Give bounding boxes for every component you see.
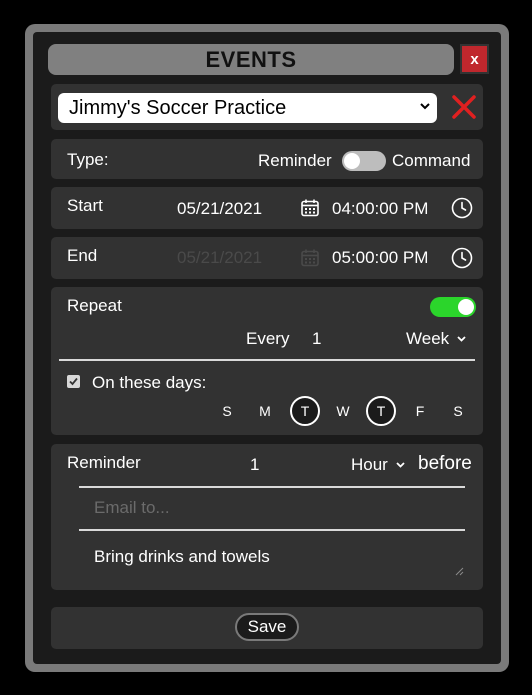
on-days-label: On these days: (92, 373, 207, 392)
calendar-icon[interactable] (300, 198, 320, 218)
day-thursday[interactable]: T (366, 396, 396, 426)
reminder-label: Reminder (67, 453, 141, 472)
command-option-label: Command (392, 151, 471, 170)
reminder-unit-select[interactable]: Hour (351, 455, 406, 475)
end-date: 05/21/2021 (177, 248, 263, 267)
reminder-value-input[interactable]: 1 (250, 455, 259, 475)
reminder-note-textarea[interactable]: Bring drinks and towels (79, 533, 467, 579)
reminder-unit-value: Hour (351, 455, 388, 474)
save-button[interactable]: Save (235, 613, 299, 641)
email-to-input[interactable]: Email to... (94, 498, 170, 518)
check-icon (69, 377, 78, 386)
repeat-unit-select[interactable]: Week (406, 329, 467, 349)
event-select-value: Jimmy's Soccer Practice (69, 96, 287, 119)
repeat-label: Repeat (67, 296, 122, 315)
calendar-icon (301, 249, 319, 267)
resize-handle-icon[interactable] (455, 567, 464, 576)
every-value-input[interactable]: 1 (312, 329, 321, 349)
clock-icon[interactable] (451, 247, 473, 269)
day-wednesday[interactable]: W (328, 396, 358, 426)
start-label: Start (67, 196, 103, 215)
end-time[interactable]: 05:00:00 PM (332, 248, 428, 268)
delete-event-icon[interactable] (449, 92, 479, 122)
toggle-knob (344, 153, 360, 169)
day-friday[interactable]: F (405, 396, 435, 426)
on-days-checkbox[interactable] (67, 375, 80, 388)
end-label: End (67, 246, 98, 265)
before-label: before (418, 453, 472, 474)
reminder-note-text: Bring drinks and towels (94, 547, 270, 566)
chevron-down-icon (395, 462, 405, 468)
type-label: Type: (67, 150, 109, 169)
day-tuesday[interactable]: T (290, 396, 320, 426)
repeat-unit-value: Week (406, 329, 450, 348)
start-date[interactable]: 05/21/2021 (177, 199, 262, 219)
reminder-option-label: Reminder (258, 151, 332, 170)
start-time[interactable]: 04:00:00 PM (332, 199, 428, 219)
close-button[interactable]: x (460, 44, 489, 74)
event-select[interactable]: Jimmy's Soccer Practice (58, 93, 437, 123)
day-saturday[interactable]: S (443, 396, 473, 426)
divider (59, 359, 475, 361)
divider (79, 486, 465, 488)
repeat-toggle[interactable] (430, 297, 476, 317)
type-toggle[interactable] (342, 151, 386, 171)
chevron-down-icon (457, 336, 466, 342)
every-label: Every (246, 329, 290, 348)
day-sunday[interactable]: S (212, 396, 242, 426)
chevron-down-icon (420, 103, 430, 110)
window-title: EVENTS (48, 44, 454, 75)
divider (79, 529, 465, 531)
toggle-knob (458, 299, 474, 315)
day-monday[interactable]: M (250, 396, 280, 426)
clock-icon[interactable] (451, 197, 473, 219)
